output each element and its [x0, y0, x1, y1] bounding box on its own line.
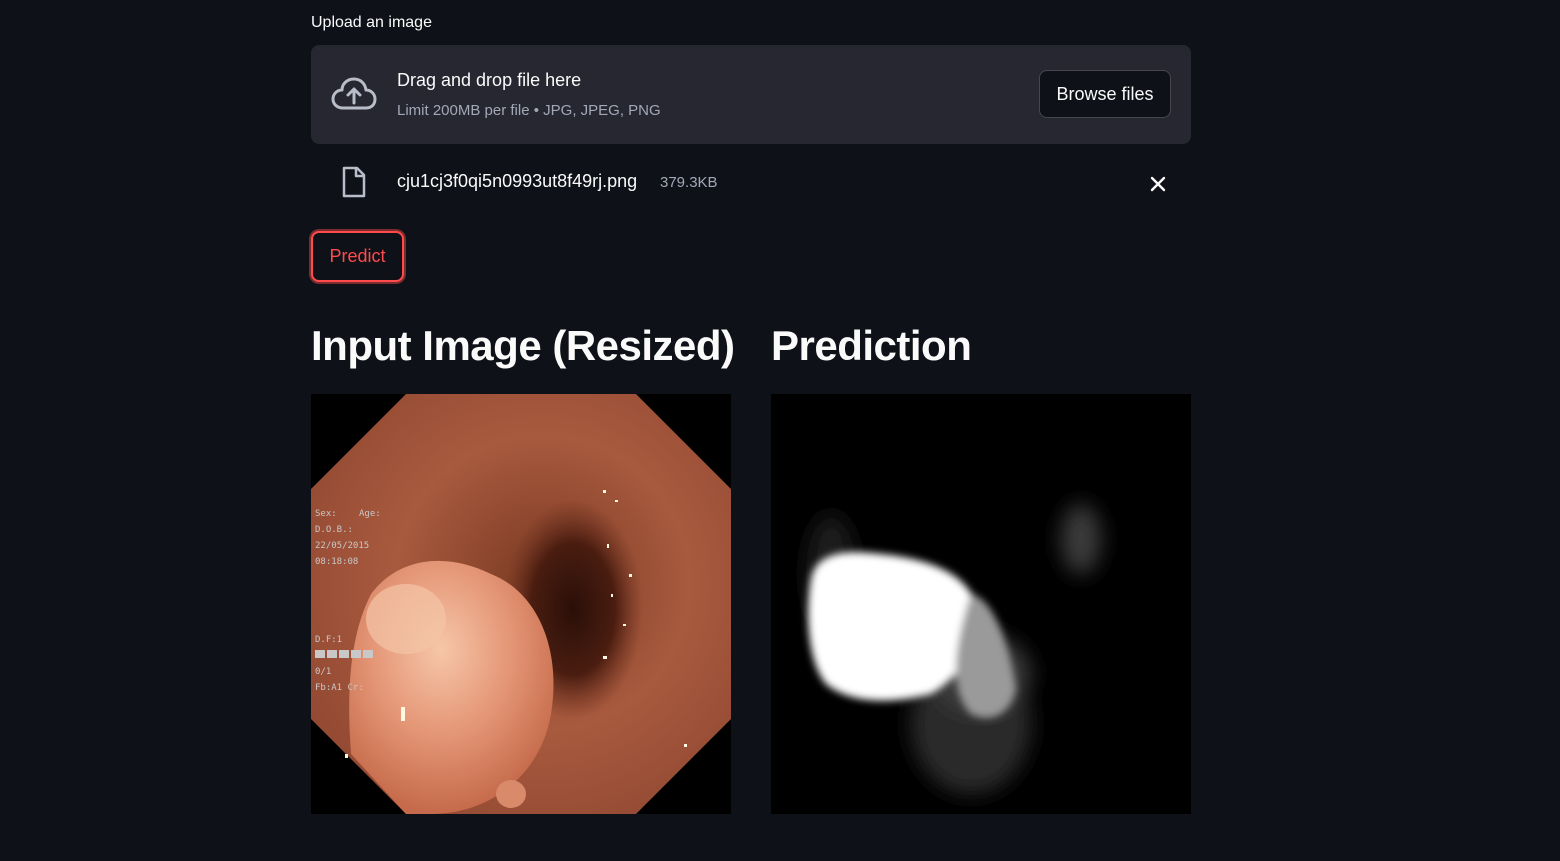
uploader-label: Upload an image	[311, 14, 432, 31]
file-dropzone[interactable]: Drag and drop file here Limit 200MB per …	[311, 45, 1191, 144]
dropzone-title: Drag and drop file here	[397, 70, 582, 90]
svg-text:22/05/2015: 22/05/2015	[315, 541, 369, 551]
dropzone-limit-text: Limit 200MB per file • JPG, JPEG, PNG	[397, 102, 661, 119]
uploaded-file-row: cju1cj3f0qi5n0993ut8f49rj.png 379.3KB	[311, 158, 1191, 206]
input-image-heading: Input Image (Resized)	[311, 322, 735, 369]
uploaded-file-name: cju1cj3f0qi5n0993ut8f49rj.png	[397, 171, 638, 191]
input-image: Sex: Age: D.O.B.: 22/05/2015 08:18:08 D.…	[311, 394, 731, 814]
svg-text:Age:: Age:	[359, 509, 381, 519]
svg-text:Fb:A1 Cr:: Fb:A1 Cr:	[315, 683, 364, 693]
close-icon[interactable]	[1146, 172, 1170, 196]
browse-files-button[interactable]: Browse files	[1039, 70, 1171, 118]
predict-button[interactable]: Predict	[311, 231, 404, 282]
prediction-heading: Prediction	[771, 322, 972, 369]
svg-text:08:18:08: 08:18:08	[315, 557, 358, 567]
svg-text:Sex:: Sex:	[315, 509, 337, 519]
file-icon	[342, 166, 366, 198]
uploaded-file-size: 379.3KB	[660, 174, 718, 191]
prediction-mask-image	[771, 394, 1191, 814]
cloud-upload-icon	[331, 77, 377, 110]
svg-text:0/1: 0/1	[315, 667, 331, 677]
svg-text:D.O.B.:: D.O.B.:	[315, 525, 353, 535]
svg-text:D.F:1: D.F:1	[315, 635, 342, 645]
